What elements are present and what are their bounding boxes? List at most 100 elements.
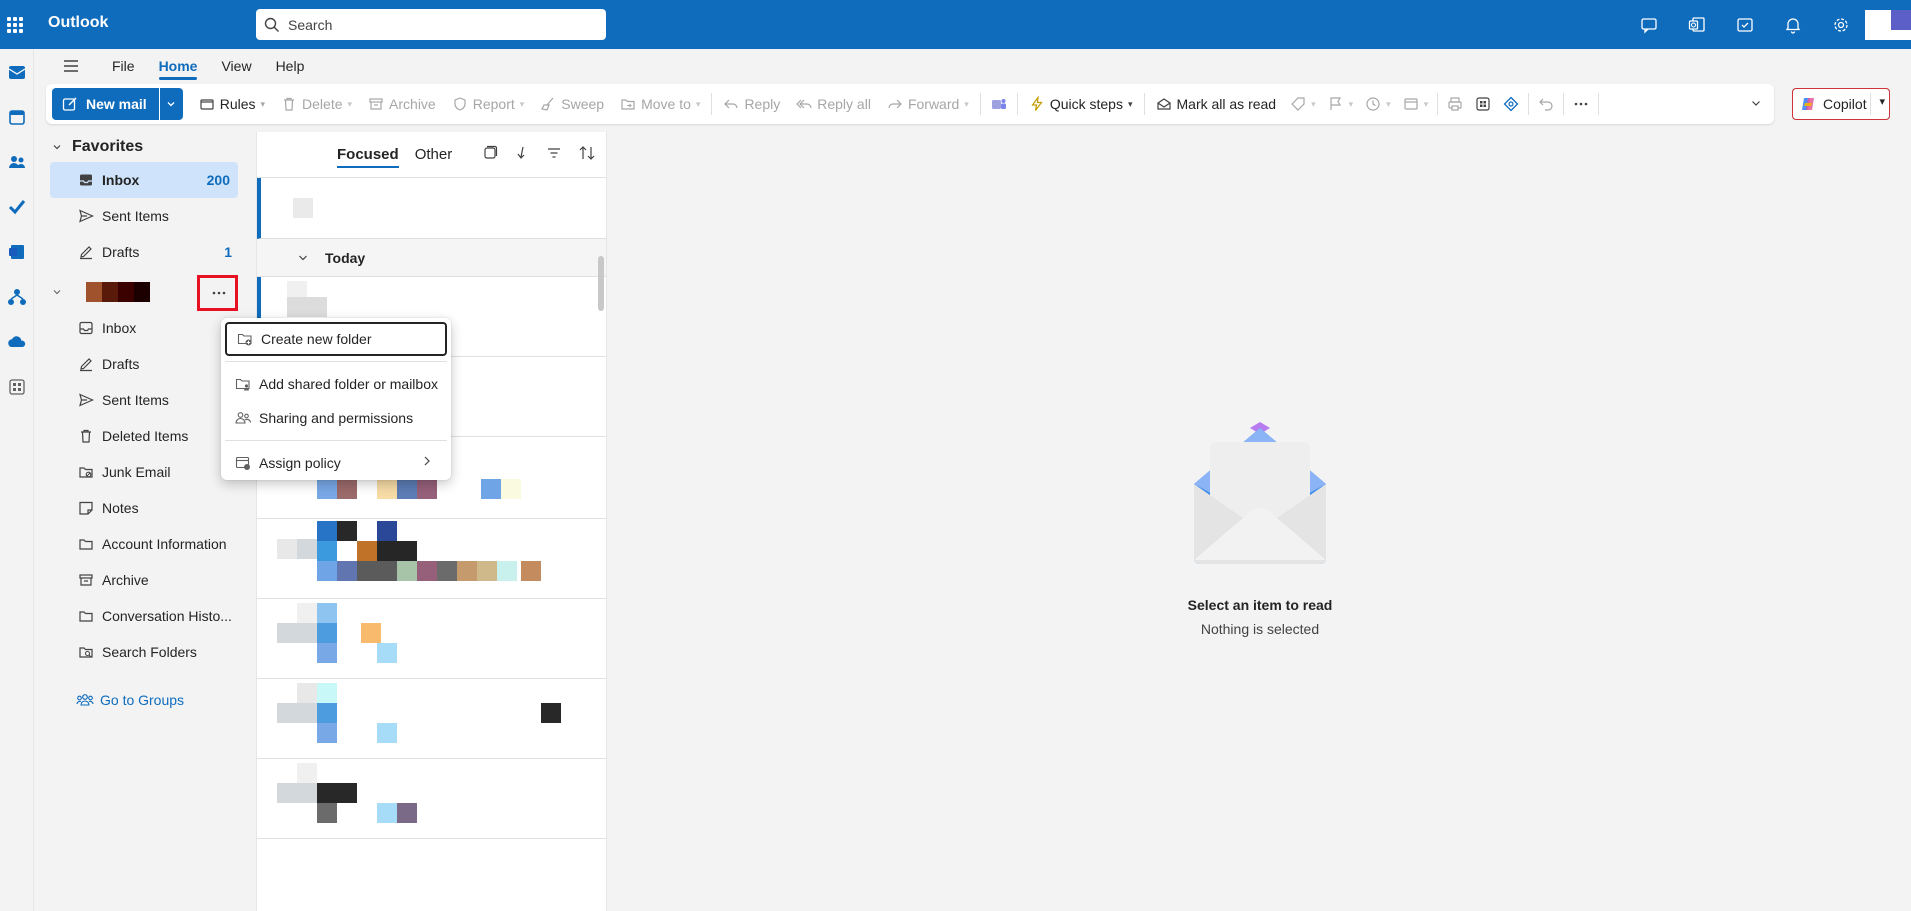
todo-app-icon[interactable]: [0, 184, 34, 229]
reply-all-button[interactable]: Reply all: [788, 88, 879, 120]
snooze-button[interactable]: ▾: [1359, 88, 1397, 120]
top-bar: Outlook: [0, 0, 1911, 49]
archive-button[interactable]: Archive: [360, 88, 444, 120]
reply-button[interactable]: Reply: [715, 88, 788, 120]
more-apps-icon[interactable]: [0, 364, 34, 409]
waffle-icon: [7, 16, 23, 33]
favorite-sent-items[interactable]: Sent Items: [40, 198, 240, 234]
menu-item-create-new-folder[interactable]: Create new folder: [225, 322, 447, 356]
account-header[interactable]: [40, 274, 240, 311]
favorite-inbox[interactable]: Inbox 200: [50, 162, 238, 198]
tab-file[interactable]: File: [100, 52, 147, 80]
folder-deleted-items[interactable]: Deleted Items: [40, 418, 240, 454]
tab-focused[interactable]: Focused: [329, 132, 407, 178]
scrollbar-thumb[interactable]: [598, 256, 604, 311]
folder-label: Inbox: [102, 172, 140, 188]
new-mail-button[interactable]: New mail: [52, 88, 159, 120]
meet-now-icon[interactable]: [1637, 13, 1661, 37]
list-item[interactable]: [257, 519, 606, 599]
archive-icon: [369, 98, 383, 110]
folder-archive[interactable]: Archive: [40, 562, 240, 598]
my-day-icon[interactable]: [1733, 13, 1757, 37]
go-to-groups-link[interactable]: Go to Groups: [40, 682, 240, 718]
folder-account-information[interactable]: Account Information: [40, 526, 240, 562]
people-app-icon[interactable]: [0, 139, 34, 184]
mark-all-read-button[interactable]: Mark all as read: [1148, 88, 1285, 120]
forward-button[interactable]: Forward ▾: [879, 88, 977, 120]
loop-button[interactable]: [1497, 88, 1525, 120]
tab-view[interactable]: View: [209, 52, 263, 80]
menu-item-assign-policy[interactable]: Assign policy: [225, 446, 447, 480]
favorites-header[interactable]: Favorites: [40, 132, 240, 162]
onedrive-app-icon[interactable]: [0, 319, 34, 364]
tab-home[interactable]: Home: [147, 52, 210, 80]
report-button[interactable]: Report ▾: [444, 88, 533, 120]
hamburger-icon[interactable]: [56, 52, 86, 80]
menu-item-add-shared-folder[interactable]: Add shared folder or mailbox: [225, 367, 447, 401]
immersive-reader-button[interactable]: [1469, 88, 1497, 120]
folder-sent-items[interactable]: Sent Items: [40, 382, 240, 418]
list-item[interactable]: [257, 599, 606, 679]
quick-steps-button[interactable]: Quick steps ▾: [1021, 88, 1141, 120]
folder-search-folders[interactable]: Search Folders: [40, 634, 240, 670]
message-list-scrollbar[interactable]: [598, 246, 604, 896]
avatar[interactable]: [1865, 10, 1911, 40]
org-chart-app-icon[interactable]: [0, 274, 34, 319]
list-item[interactable]: [257, 679, 606, 759]
menu-item-label: Add shared folder or mailbox: [259, 376, 438, 392]
delete-label: Delete: [302, 96, 343, 112]
group-header-today[interactable]: Today: [257, 239, 606, 277]
search-box[interactable]: [256, 9, 606, 40]
copilot-label: Copilot: [1823, 96, 1867, 112]
folder-junk-email[interactable]: Junk Email: [40, 454, 240, 490]
more-options-button[interactable]: [1567, 88, 1595, 120]
folder-conversation-history[interactable]: Conversation Histo...: [40, 598, 240, 634]
copilot-button[interactable]: Copilot ▾: [1792, 88, 1890, 120]
new-mail-dropdown[interactable]: [158, 88, 183, 120]
menu-divider: [225, 440, 447, 441]
bell-icon[interactable]: [1781, 13, 1805, 37]
word-app-icon[interactable]: [0, 229, 34, 274]
folder-drafts[interactable]: Drafts: [40, 346, 240, 382]
calendar-app-icon[interactable]: [0, 94, 34, 139]
folder-inbox[interactable]: Inbox 20: [40, 310, 242, 346]
tab-other[interactable]: Other: [407, 132, 461, 178]
list-item[interactable]: [257, 759, 606, 839]
folder-notes[interactable]: Notes: [40, 490, 240, 526]
folder-label: Drafts: [102, 356, 140, 372]
tag-button[interactable]: ▾: [1284, 88, 1322, 120]
move-to-label: Move to: [641, 96, 691, 112]
filter-icon[interactable]: [546, 145, 562, 164]
favorite-drafts[interactable]: Drafts 1: [40, 234, 240, 270]
search-input[interactable]: [288, 16, 588, 33]
sort-icon[interactable]: [578, 145, 596, 164]
chevron-right-icon: [424, 456, 430, 466]
folder-icon: [76, 606, 96, 626]
tab-help[interactable]: Help: [264, 52, 317, 80]
sweep-button[interactable]: Sweep: [532, 88, 612, 120]
menu-item-sharing-permissions[interactable]: Sharing and permissions: [225, 401, 447, 435]
flag-button[interactable]: ▾: [1322, 88, 1360, 120]
app-launcher-button[interactable]: [0, 0, 30, 49]
rules-button[interactable]: Rules ▾: [191, 88, 273, 120]
outlook-classic-icon[interactable]: [1685, 13, 1709, 37]
gear-icon[interactable]: [1829, 13, 1853, 37]
chevron-down-icon: [299, 255, 307, 260]
forward-label: Forward: [907, 96, 960, 112]
undo-button[interactable]: [1532, 88, 1560, 120]
mail-app-icon[interactable]: [0, 49, 34, 94]
jump-to-icon[interactable]: [514, 145, 530, 164]
list-item[interactable]: [257, 178, 606, 239]
move-to-button[interactable]: Move to ▾: [612, 88, 708, 120]
app-title[interactable]: Outlook: [48, 14, 108, 32]
policy-button[interactable]: ▾: [1397, 88, 1435, 120]
ribbon-separator: [1437, 93, 1439, 115]
chevron-down-icon[interactable]: ▾: [1879, 95, 1885, 108]
select-mode-icon[interactable]: [482, 145, 498, 164]
teams-share-button[interactable]: [984, 88, 1014, 120]
print-button[interactable]: [1441, 88, 1469, 120]
ribbon-expand-button[interactable]: [1750, 96, 1762, 112]
delete-button[interactable]: Delete ▾: [273, 88, 360, 120]
copilot-icon: [1802, 98, 1814, 110]
inbox-icon: [76, 170, 96, 190]
